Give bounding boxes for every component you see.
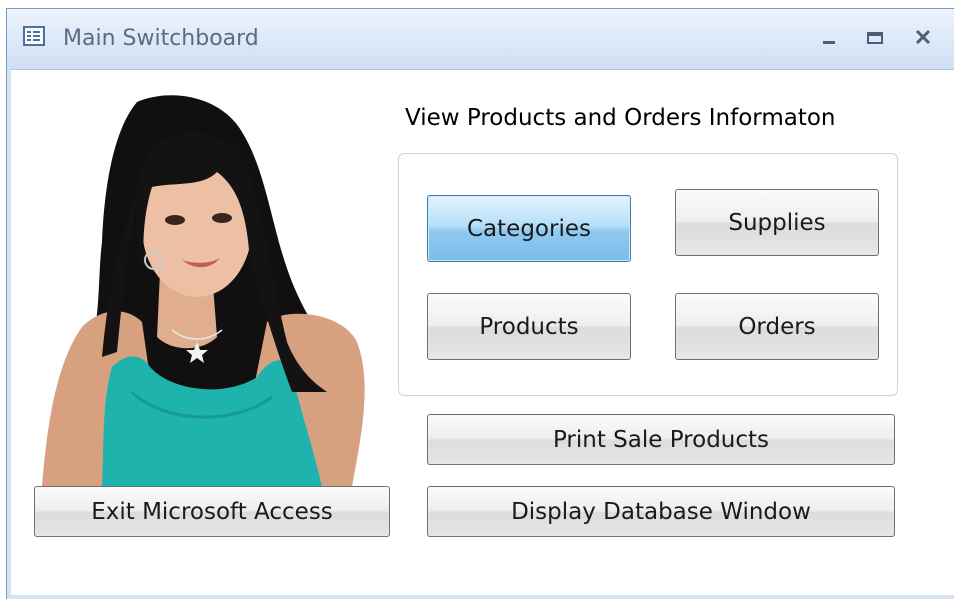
- window-frame-bottom: [7, 595, 954, 599]
- close-icon[interactable]: [911, 27, 935, 47]
- minimize-icon[interactable]: [817, 27, 841, 47]
- maximize-icon[interactable]: [863, 27, 887, 47]
- title-bar[interactable]: Main Switchboard: [7, 9, 954, 70]
- window-frame-left: [7, 69, 11, 599]
- display-database-window-button[interactable]: Display Database Window: [427, 486, 895, 537]
- supplies-button[interactable]: Supplies: [675, 189, 879, 256]
- categories-button[interactable]: Categories: [427, 195, 631, 262]
- print-sale-products-button[interactable]: Print Sale Products: [427, 414, 895, 465]
- form-icon: [23, 26, 45, 46]
- window-title: Main Switchboard: [63, 26, 259, 51]
- section-heading: View Products and Orders Informaton: [405, 105, 836, 131]
- woman-photo-image: [42, 95, 365, 487]
- products-button[interactable]: Products: [427, 293, 631, 360]
- orders-button[interactable]: Orders: [675, 293, 879, 360]
- exit-access-button[interactable]: Exit Microsoft Access: [34, 486, 390, 537]
